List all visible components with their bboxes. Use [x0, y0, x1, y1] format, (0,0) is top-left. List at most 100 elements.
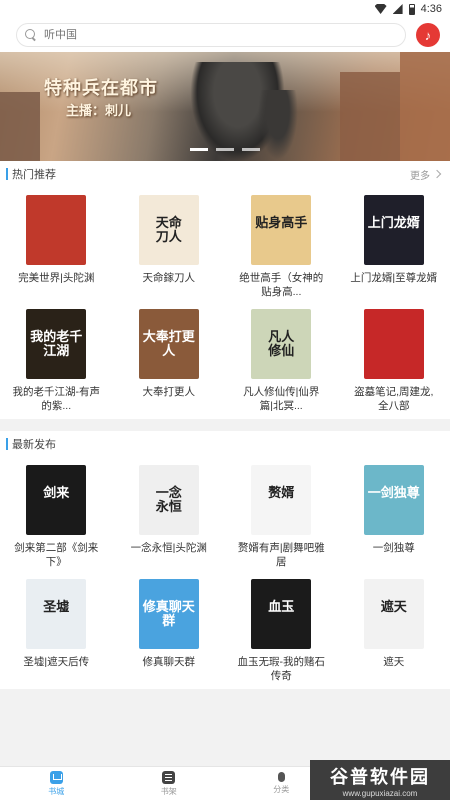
book-item[interactable]: 天命 刀人天命鎵刀人: [113, 191, 226, 305]
book-title[interactable]: 大奉打更人: [125, 385, 213, 399]
section-accent-bar: [6, 438, 8, 450]
latest-grid: 剑来 剑来第二部《剑来下》 一念 永恒 一念永恒|头陀渊 赘婿 赘婿有声|剧舞吧雅居 一剑独…: [0, 457, 450, 689]
watermark: 谷普软件园 www.gupuxiazai.com: [310, 760, 450, 800]
status-bar: 4:36: [0, 0, 450, 18]
book-cover-image[interactable]: [26, 195, 87, 265]
book-cover-image[interactable]: 凡人 修仙: [251, 309, 312, 379]
book-item[interactable]: 盗墓笔记,周建龙,全八部: [338, 305, 450, 419]
banner-dot[interactable]: [242, 148, 260, 151]
book-item[interactable]: 完美世界|头陀渊: [0, 191, 113, 305]
book-item[interactable]: 上门龙婿上门龙婿|至尊龙婿: [338, 191, 450, 305]
latest-section-header: 最新发布: [0, 431, 450, 457]
signal-icon: [392, 4, 403, 14]
book-title[interactable]: 剑来第二部《剑来下》: [12, 541, 100, 569]
tab-bookshelf[interactable]: 书架: [113, 767, 226, 800]
book-item[interactable]: 血玉血玉无瑕-我的赌石传奇: [225, 575, 338, 689]
book-cover-image[interactable]: 大奉打更人: [138, 309, 199, 379]
book-title[interactable]: 天命鎵刀人: [125, 271, 213, 285]
latest-section-title: 最新发布: [12, 439, 56, 451]
book-cover-image[interactable]: 贴身高手: [251, 195, 312, 265]
book-item[interactable]: 大奉打更人 大奉打更人: [113, 305, 226, 419]
status-time: 4:36: [420, 3, 442, 15]
tab-label: 分类: [273, 785, 290, 794]
book-cover-title: 天命 刀人: [155, 216, 182, 245]
book-cover-image[interactable]: 修真聊天群: [138, 579, 199, 649]
book-cover-title: 我的老千 江湖: [30, 330, 83, 359]
book-cover-title: 血玉: [268, 600, 295, 615]
watermark-url: www.gupuxiazai.com: [342, 788, 418, 798]
book-cover-image[interactable]: 剑来: [26, 465, 87, 535]
music-note-icon: ♪: [424, 27, 432, 43]
banner-building: [400, 52, 450, 161]
hot-section: 热门推荐 更多 完美世界|头陀渊 天命 刀人 天命鎵刀人 贴身高手 绝世高手（女神的贴身…: [0, 161, 450, 419]
tab-bookstore[interactable]: 书城: [0, 767, 113, 800]
search-input[interactable]: [44, 29, 344, 41]
book-cover-image[interactable]: 遮天: [363, 579, 424, 649]
chevron-right-icon: [432, 169, 442, 179]
book-cover-image[interactable]: 一剑独尊: [363, 465, 424, 535]
book-cover-image[interactable]: 血玉: [251, 579, 312, 649]
book-title[interactable]: 我的老千江湖-有声的紫...: [12, 385, 101, 413]
microphone-icon: [277, 772, 285, 782]
banner[interactable]: 特种兵在都市 主播：刺儿: [0, 52, 450, 161]
music-note-button[interactable]: ♪: [416, 23, 440, 47]
book-title[interactable]: 一念永恒|头陀渊: [125, 541, 213, 555]
book-cover-title: 大奉打更人: [142, 330, 195, 359]
book-cover-image[interactable]: 圣墟: [26, 579, 87, 649]
banner-host: 主播：刺儿: [66, 103, 132, 118]
book-cover-title: 圣墟: [43, 600, 70, 615]
book-item[interactable]: 遮天 遮天: [338, 575, 450, 689]
latest-section: 最新发布 剑来 剑来第二部《剑来下》 一念 永恒 一念永恒|头陀渊 赘婿 赘婿有声|剧舞吧…: [0, 431, 450, 689]
book-title[interactable]: 遮天: [350, 655, 438, 669]
search-box[interactable]: [16, 23, 406, 47]
hot-grid: 完美世界|头陀渊 天命 刀人 天命鎵刀人 贴身高手 绝世高手（女神的贴身高... 上门龙婿…: [0, 187, 450, 419]
book-title[interactable]: 血玉无瑕-我的赌石传奇: [237, 655, 326, 683]
book-item[interactable]: 一念 永恒一念永恒|头陀渊: [113, 461, 226, 575]
book-cover-title: 遮天: [380, 600, 407, 615]
book-title[interactable]: 绝世高手（女神的贴身高...: [237, 271, 325, 299]
book-item[interactable]: 赘婿赘婿有声|剧舞吧雅居: [225, 461, 338, 575]
banner-dot[interactable]: [190, 148, 208, 151]
tab-label: 书城: [48, 786, 65, 796]
book-cover-image[interactable]: 上门龙婿: [363, 195, 424, 265]
more-label: 更多: [410, 170, 430, 182]
banner-dot[interactable]: [216, 148, 234, 151]
bookstore-icon: [49, 770, 63, 784]
book-cover-image[interactable]: 赘婿: [251, 465, 312, 535]
book-item[interactable]: 圣墟圣墟|遮天后传: [0, 575, 113, 689]
section-divider: [0, 419, 450, 431]
book-title[interactable]: 圣墟|遮天后传: [12, 655, 100, 669]
book-cover-title: 贴身高手: [255, 216, 308, 231]
book-item[interactable]: 修真聊天群 修真聊天群: [113, 575, 226, 689]
book-cover-title: 修真聊天群: [142, 600, 195, 629]
book-item[interactable]: 贴身高手绝世高手（女神的贴身高...: [225, 191, 338, 305]
banner-title: 特种兵在都市: [44, 78, 158, 98]
book-item[interactable]: 凡人 修仙凡人修仙传|仙界篇|北冥...: [225, 305, 338, 419]
battery-icon: [408, 3, 415, 15]
more-link[interactable]: 更多: [410, 167, 442, 182]
book-item[interactable]: 剑来剑来第二部《剑来下》: [0, 461, 113, 575]
book-title[interactable]: 完美世界|头陀渊: [12, 271, 100, 285]
search-icon: [25, 29, 37, 41]
book-cover-image[interactable]: [363, 309, 424, 379]
book-title[interactable]: 盗墓笔记,周建龙,全八部: [350, 385, 438, 413]
hot-section-title: 热门推荐: [12, 169, 56, 181]
book-title[interactable]: 凡人修仙传|仙界篇|北冥...: [237, 385, 325, 413]
book-cover-image[interactable]: 天命 刀人: [138, 195, 199, 265]
book-cover-title: 一念 永恒: [155, 486, 182, 515]
banner-pagination: [0, 148, 450, 151]
book-cover-image[interactable]: 一念 永恒: [138, 465, 199, 535]
book-title[interactable]: 赘婿有声|剧舞吧雅居: [237, 541, 325, 569]
book-title[interactable]: 修真聊天群: [125, 655, 213, 669]
watermark-logo: 谷普软件园: [330, 766, 430, 788]
book-cover-title: 凡人 修仙: [268, 330, 295, 359]
book-title[interactable]: 一剑独尊: [350, 541, 438, 555]
book-title[interactable]: 上门龙婿|至尊龙婿: [350, 271, 438, 285]
book-item[interactable]: 一剑独尊 一剑独尊: [338, 461, 450, 575]
hot-section-header: 热门推荐 更多: [0, 161, 450, 187]
tab-label: 书架: [160, 786, 177, 796]
book-cover-title: 剑来: [43, 486, 70, 501]
book-item[interactable]: 我的老千 江湖 我的老千江湖-有声的紫...: [0, 305, 113, 419]
book-cover-image[interactable]: 我的老千 江湖: [26, 309, 87, 379]
bookshelf-icon: [162, 770, 176, 784]
